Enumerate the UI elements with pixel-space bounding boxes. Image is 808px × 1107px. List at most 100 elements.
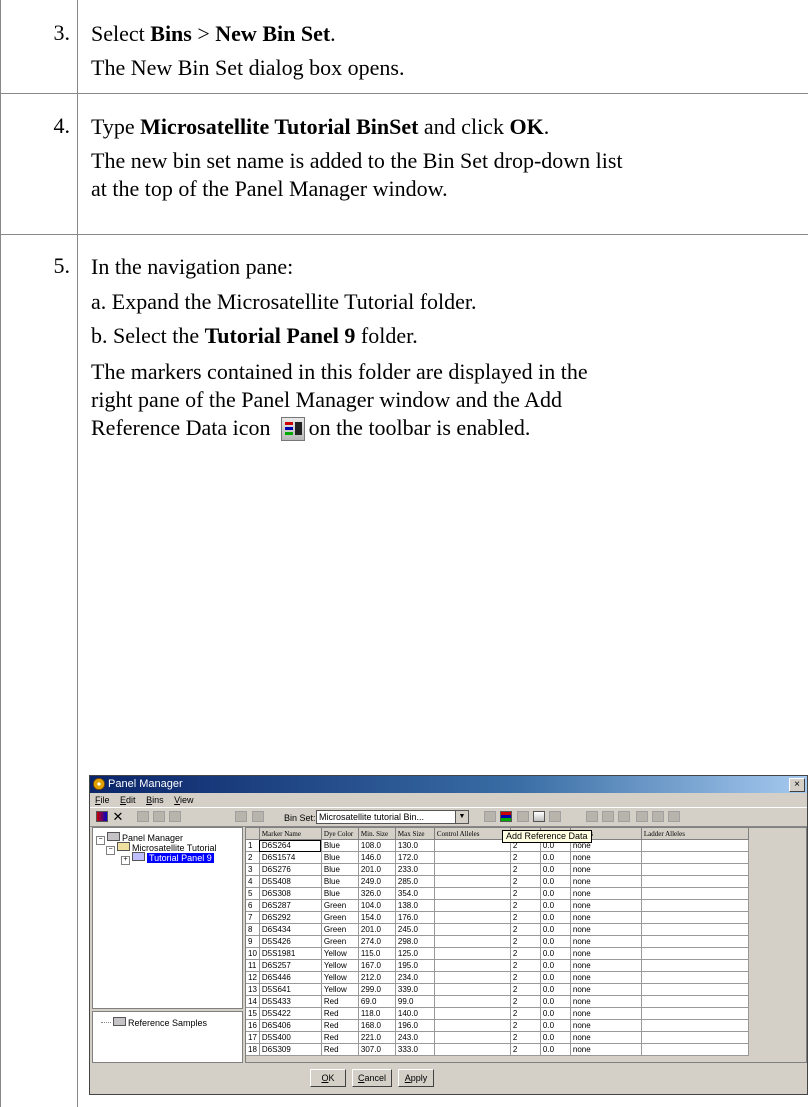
table-cell[interactable]: 0.0	[540, 863, 571, 876]
table-cell[interactable]: 0.0	[540, 923, 571, 936]
table-cell[interactable]: 0.0	[540, 1007, 571, 1020]
table-cell[interactable]: D5S422	[259, 1007, 322, 1020]
ok-button[interactable]: OK	[310, 1069, 346, 1087]
table-cell[interactable]: 212.0	[358, 971, 396, 984]
table-cell[interactable]: none	[570, 983, 642, 996]
table-row[interactable]: 14 D5S433 Red 69.0 99.0 2 0.0 none	[246, 995, 749, 1008]
table-cell[interactable]: Red	[321, 1007, 359, 1020]
table-cell[interactable]: 2	[510, 875, 541, 888]
table-cell[interactable]: D5S426	[259, 935, 322, 948]
table-cell[interactable]: Red	[321, 995, 359, 1008]
table-cell[interactable]: 0.0	[540, 887, 571, 900]
column-header[interactable]: Max Size	[395, 828, 435, 840]
table-cell[interactable]: 0.0	[540, 935, 571, 948]
table-cell[interactable]: 0.0	[540, 995, 571, 1008]
table-cell[interactable]: 2	[510, 983, 541, 996]
table-cell[interactable]: 2	[510, 947, 541, 960]
table-cell[interactable]: 333.0	[395, 1043, 435, 1056]
table-cell[interactable]: 0.0	[540, 851, 571, 864]
table-cell[interactable]	[434, 899, 511, 912]
menu-bins[interactable]: Bins	[146, 793, 164, 807]
table-cell[interactable]: D6S276	[259, 863, 322, 876]
table-cell[interactable]: 167.0	[358, 959, 396, 972]
table-cell[interactable]	[641, 875, 749, 888]
table-row[interactable]: 17 D5S400 Red 221.0 243.0 2 0.0 none	[246, 1031, 749, 1044]
table-cell[interactable]: 2	[510, 923, 541, 936]
table-cell[interactable]	[434, 947, 511, 960]
table-cell[interactable]: none	[570, 911, 642, 924]
table-row[interactable]: 5 D6S308 Blue 326.0 354.0 2 0.0 none	[246, 887, 749, 900]
title-bar[interactable]: Panel Manager ×	[90, 776, 807, 793]
column-header[interactable]: Ladder Alleles	[641, 828, 749, 840]
table-cell[interactable]: 221.0	[358, 1031, 396, 1044]
table-cell[interactable]: 245.0	[395, 923, 435, 936]
table-cell[interactable]	[434, 983, 511, 996]
table-cell[interactable]: Green	[321, 935, 359, 948]
table-cell[interactable]: 201.0	[358, 923, 396, 936]
table-cell[interactable]: 298.0	[395, 935, 435, 948]
table-cell[interactable]: 2	[510, 971, 541, 984]
table-cell[interactable]	[641, 1043, 749, 1056]
table-row[interactable]: 16 D6S406 Red 168.0 196.0 2 0.0 none	[246, 1019, 749, 1032]
table-row[interactable]: 18 D6S309 Red 307.0 333.0 2 0.0 none	[246, 1043, 749, 1056]
table-cell[interactable]: none	[570, 995, 642, 1008]
column-header[interactable]: Min. Size	[358, 828, 396, 840]
table-row[interactable]: 4 D5S408 Blue 249.0 285.0 2 0.0 none	[246, 875, 749, 888]
table-cell[interactable]: 2	[510, 1043, 541, 1056]
table-cell[interactable]: Red	[321, 1031, 359, 1044]
table-cell[interactable]: 2	[510, 959, 541, 972]
table-cell[interactable]: 140.0	[395, 1007, 435, 1020]
table-cell[interactable]: 196.0	[395, 1019, 435, 1032]
table-cell[interactable]: 201.0	[358, 863, 396, 876]
table-row[interactable]: 1 D6S264 Blue 108.0 130.0 2 0.0 none	[246, 839, 749, 852]
table-cell[interactable]	[434, 887, 511, 900]
table-cell[interactable]: D6S257	[259, 959, 322, 972]
table-cell[interactable]: none	[570, 959, 642, 972]
table-cell[interactable]: none	[570, 875, 642, 888]
table-cell[interactable]: 274.0	[358, 935, 396, 948]
table-cell[interactable]: 2	[510, 935, 541, 948]
table-cell[interactable]: none	[570, 887, 642, 900]
table-cell[interactable]	[434, 1031, 511, 1044]
table-cell[interactable]: D6S287	[259, 899, 322, 912]
table-cell[interactable]: 0.0	[540, 971, 571, 984]
table-cell[interactable]	[434, 935, 511, 948]
table-cell[interactable]	[641, 887, 749, 900]
table-cell[interactable]	[434, 1043, 511, 1056]
menu-view[interactable]: View	[174, 793, 193, 807]
table-cell[interactable]: D6S446	[259, 971, 322, 984]
table-cell[interactable]	[641, 911, 749, 924]
table-cell[interactable]: 154.0	[358, 911, 396, 924]
cancel-button[interactable]: Cancel	[352, 1069, 392, 1087]
table-cell[interactable]	[641, 851, 749, 864]
table-cell[interactable]: 195.0	[395, 959, 435, 972]
table-cell[interactable]	[641, 863, 749, 876]
table-cell[interactable]: Blue	[321, 887, 359, 900]
table-cell[interactable]: 354.0	[395, 887, 435, 900]
table-row[interactable]: 9 D5S426 Green 274.0 298.0 2 0.0 none	[246, 935, 749, 948]
table-cell[interactable]	[641, 971, 749, 984]
table-cell[interactable]: D6S292	[259, 911, 322, 924]
table-cell[interactable]: none	[570, 1043, 642, 1056]
table-cell[interactable]	[434, 923, 511, 936]
table-cell[interactable]: Yellow	[321, 971, 359, 984]
table-row[interactable]: 6 D6S287 Green 104.0 138.0 2 0.0 none	[246, 899, 749, 912]
table-row[interactable]: 7 D6S292 Green 154.0 176.0 2 0.0 none	[246, 911, 749, 924]
menu-file[interactable]: File	[95, 793, 110, 807]
toolbar-icon[interactable]	[533, 811, 545, 822]
table-cell[interactable]: 2	[510, 911, 541, 924]
table-cell[interactable]: Blue	[321, 839, 359, 852]
table-cell[interactable]: Yellow	[321, 983, 359, 996]
table-cell[interactable]: 233.0	[395, 863, 435, 876]
table-cell[interactable]: 138.0	[395, 899, 435, 912]
table-cell[interactable]	[641, 1007, 749, 1020]
table-cell[interactable]: 69.0	[358, 995, 396, 1008]
table-cell[interactable]	[641, 1019, 749, 1032]
table-row[interactable]: 8 D6S434 Green 201.0 245.0 2 0.0 none	[246, 923, 749, 936]
table-cell[interactable]: 249.0	[358, 875, 396, 888]
table-row[interactable]: 3 D6S276 Blue 201.0 233.0 2 0.0 none	[246, 863, 749, 876]
table-cell[interactable]: D5S433	[259, 995, 322, 1008]
table-cell[interactable]: Blue	[321, 863, 359, 876]
table-cell[interactable]: none	[570, 935, 642, 948]
table-cell[interactable]	[641, 839, 749, 852]
